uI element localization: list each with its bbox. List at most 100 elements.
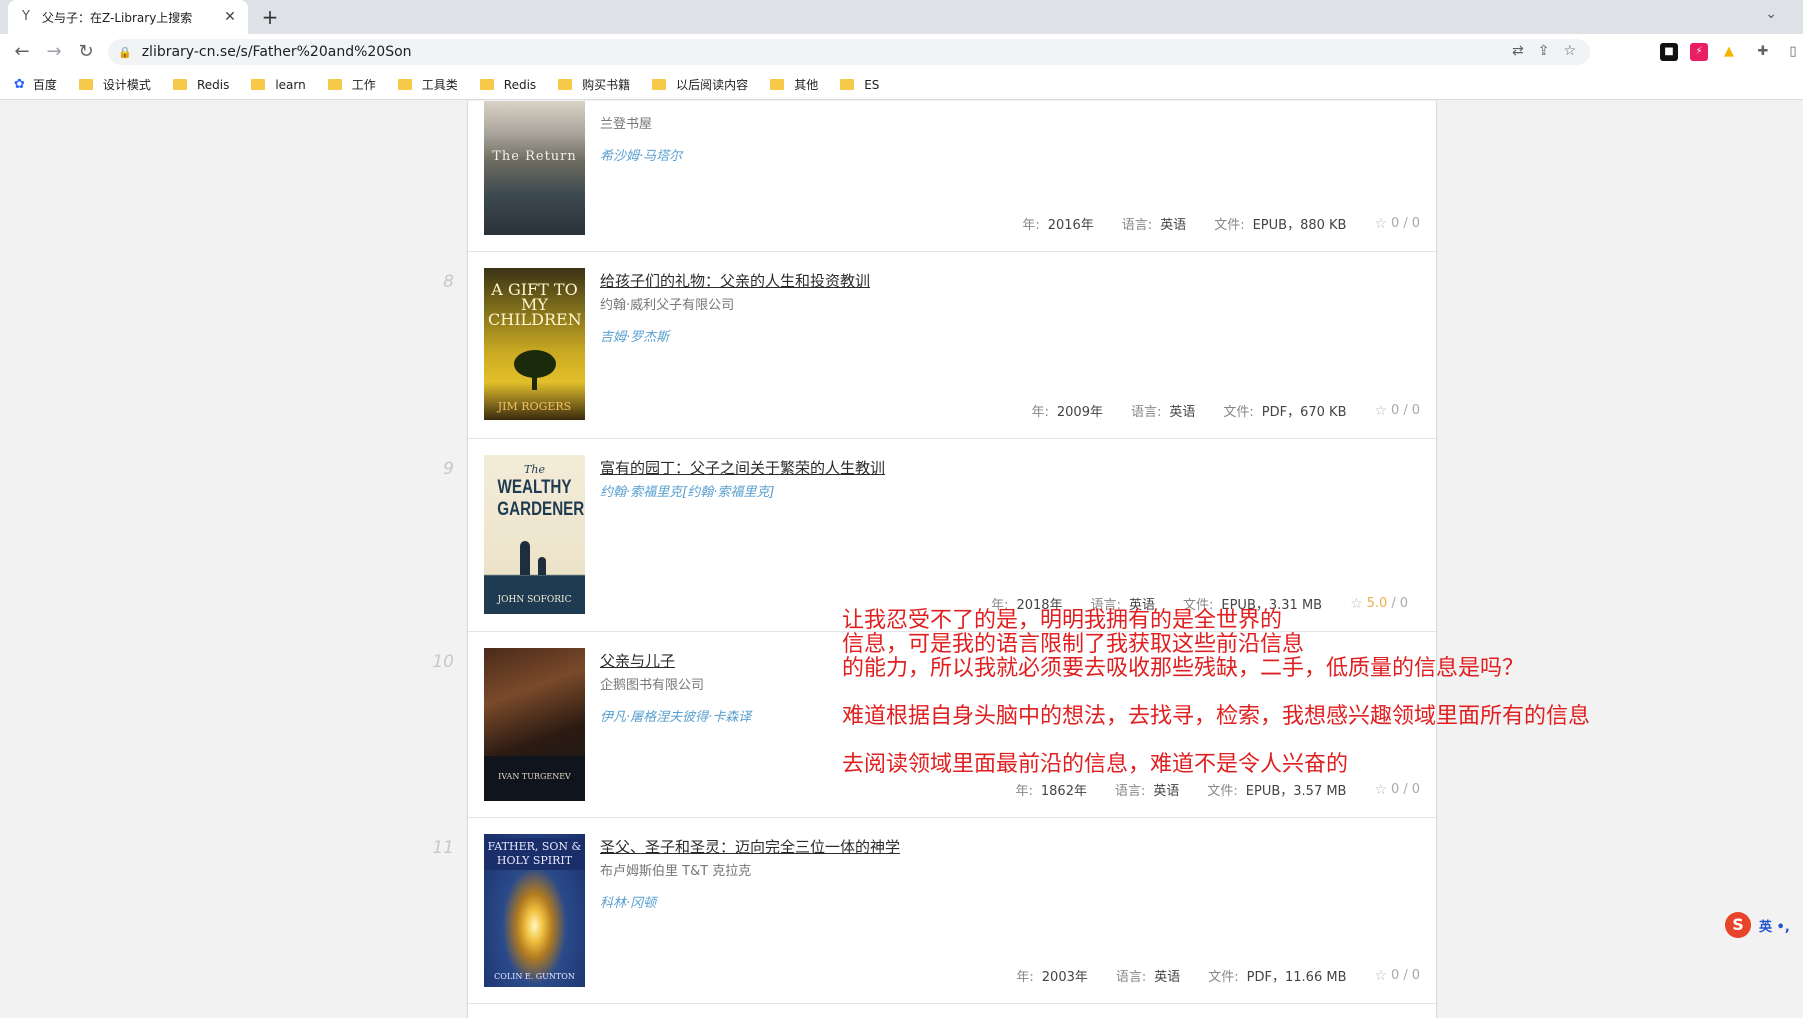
book-author[interactable]: 科林·冈顿: [600, 892, 656, 911]
extension-pink-icon[interactable]: ⚡: [1690, 43, 1708, 61]
bookmark-folder[interactable]: ES: [840, 78, 879, 92]
bookmark-folder[interactable]: learn: [251, 77, 306, 92]
forward-button[interactable]: →: [42, 40, 66, 64]
book-rating: 0: [1391, 403, 1400, 418]
bookmark-folder[interactable]: Redis: [479, 77, 537, 92]
book-rating: 0: [1391, 216, 1400, 231]
translate-icon[interactable]: ⇄: [1512, 43, 1524, 59]
search-results-page: The Return 兰登书屋 希沙姆·马塔尔 年: 2016年 语言: 英语 文件…: [0, 101, 1803, 1018]
bookmark-label: 工作: [351, 78, 376, 92]
file-label: 文件:: [1208, 970, 1239, 985]
extension-drive-icon[interactable]: ▲: [1720, 43, 1738, 61]
file-label: 文件:: [1214, 218, 1245, 233]
bookmark-star-icon[interactable]: ☆: [1563, 43, 1576, 59]
book-language: 英语: [1169, 405, 1196, 420]
book-title[interactable]: 父亲与儿子: [600, 650, 675, 671]
cover-title: WEALTHY GARDENER: [497, 477, 585, 520]
year-label: 年:: [1031, 405, 1049, 420]
book-title[interactable]: 圣父、圣子和圣灵：迈向完全三位一体的神学: [600, 836, 900, 857]
bookmark-folder[interactable]: 工作: [327, 76, 376, 93]
book-cover[interactable]: IVAN TURGENEV: [484, 648, 585, 801]
reload-button[interactable]: ↻: [74, 40, 98, 64]
book-cover[interactable]: FATHER, SON & HOLY SPIRIT COLIN E. GUNTO…: [484, 834, 585, 987]
book-language: 英语: [1154, 970, 1181, 985]
extensions-puzzle-icon[interactable]: ✚: [1754, 43, 1772, 61]
share-icon[interactable]: ⇪: [1538, 43, 1550, 59]
ime-widget[interactable]: S 英 •,: [1725, 912, 1790, 938]
baidu-paw-icon: ✿: [14, 77, 25, 92]
bookmark-baidu[interactable]: ✿ 百度: [14, 76, 57, 93]
book-cover[interactable]: The WEALTHY GARDENER JOHN SOFORIC: [484, 455, 585, 614]
star-icon[interactable]: ☆: [1374, 968, 1387, 984]
star-icon[interactable]: ☆: [1350, 596, 1363, 612]
son-figure-icon: [538, 557, 546, 575]
year-label: 年:: [1022, 218, 1040, 233]
book-language: 英语: [1153, 784, 1180, 799]
book-author[interactable]: 希沙姆·马塔尔: [600, 145, 682, 164]
book-title[interactable]: 给孩子们的礼物：父亲的人生和投资教训: [600, 270, 870, 291]
bookmark-label: 其他: [794, 78, 819, 92]
close-tab-icon[interactable]: ✕: [222, 9, 238, 25]
book-author[interactable]: 约翰·索福里克[约翰·索福里克]: [600, 481, 774, 500]
rating-separator: /: [1403, 968, 1408, 983]
bookmark-folder[interactable]: 设计模式: [78, 76, 151, 93]
book-publisher: 约翰·威利父子有限公司: [600, 298, 735, 313]
book-title[interactable]: 富有的园丁：父子之间关于繁荣的人生教训: [600, 457, 885, 478]
book-author[interactable]: 吉姆·罗杰斯: [600, 326, 669, 345]
bookmark-folder[interactable]: Redis: [172, 78, 229, 92]
bookmark-folder[interactable]: 其他: [770, 76, 818, 93]
annotation-line: 的能力，所以我就必须要去吸收那些残缺，二手，低质量的信息是吗？: [842, 656, 1525, 681]
bookmark-label: Redis: [503, 77, 537, 92]
book-cover[interactable]: The Return: [484, 101, 585, 235]
book-result: The Return 兰登书屋 希沙姆·马塔尔 年: 2016年 语言: 英语 文件…: [468, 101, 1436, 252]
extension-badge-icon[interactable]: ■: [1660, 43, 1678, 61]
bookmark-label: ES: [864, 77, 880, 92]
book-result: 8 A GIFT TO MY CHILDREN JIM ROGERS 给孩子们的…: [443, 252, 1436, 439]
book-author[interactable]: 伊凡·屠格涅夫彼得·卡森译: [600, 706, 751, 725]
rating-count: 0: [1411, 782, 1420, 797]
address-bar[interactable]: 🔒 zlibrary-cn.se/s/Father%20and%20Son ⇄ …: [108, 39, 1590, 65]
book-meta: 年: 2009年 语言: 英语 文件: PDF，670 KB ☆ 0/0: [1031, 401, 1420, 421]
tab-search-chevron-icon[interactable]: ⌄: [1765, 6, 1777, 22]
book-year: 1862年: [1040, 784, 1087, 799]
folder-icon: [770, 79, 785, 90]
annotation-line: 让我忍受不了的是，明明我拥有的是全世界的: [842, 608, 1283, 633]
bookmark-folder[interactable]: 以后阅读内容: [652, 76, 748, 93]
bookmark-folder[interactable]: 工具类: [397, 76, 458, 93]
side-panel-icon[interactable]: ▯: [1784, 43, 1802, 61]
annotation-line: 去阅读领域里面最前沿的信息，难道不是令人兴奋的: [842, 752, 1349, 777]
new-tab-button[interactable]: +: [258, 5, 282, 29]
father-figure-icon: [520, 541, 530, 575]
tab-active[interactable]: Y 父与子：在Z-Library上搜索 ✕: [8, 0, 248, 34]
bookmark-folder[interactable]: 购买书籍: [558, 76, 630, 93]
cover-author: IVAN TURGENEV: [498, 772, 571, 781]
result-number: 8: [443, 272, 454, 292]
browser-toolbar: ← → ↻ 🔒 zlibrary-cn.se/s/Father%20and%20…: [0, 34, 1803, 70]
star-icon[interactable]: ☆: [1374, 782, 1387, 798]
folder-icon: [251, 79, 266, 90]
rating-count: 0: [1411, 968, 1420, 983]
book-rating: 5.0: [1366, 596, 1388, 611]
book-result: 11 FATHER, SON & HOLY SPIRIT COLIN E. GU…: [432, 818, 1436, 1004]
bookmark-label: learn: [275, 77, 306, 92]
folder-icon: [652, 79, 667, 90]
star-icon[interactable]: ☆: [1374, 216, 1387, 232]
folder-icon: [558, 79, 573, 90]
lock-icon: 🔒: [118, 45, 132, 59]
bookmarks-bar: ✿ 百度 设计模式 Redis learn 工作 工具类 Redis 购买书籍 以…: [0, 70, 1803, 100]
language-label: 语言:: [1130, 405, 1162, 420]
back-button[interactable]: ←: [10, 40, 34, 64]
book-meta: 年: 2016年 语言: 英语 文件: EPUB，880 KB ☆ 0/0: [1022, 214, 1420, 234]
rating-separator: /: [1403, 403, 1408, 418]
rating-count: 0: [1399, 596, 1408, 611]
language-label: 语言:: [1121, 218, 1153, 233]
folder-icon: [327, 79, 342, 90]
rating-separator: /: [1403, 216, 1408, 231]
cover-author: JOHN SOFORIC: [497, 595, 572, 605]
year-label: 年:: [1015, 784, 1033, 799]
url-text: zlibrary-cn.se/s/Father%20and%20Son: [141, 44, 412, 60]
star-icon[interactable]: ☆: [1374, 403, 1387, 419]
rating-count: 0: [1411, 216, 1420, 231]
result-number: 10: [432, 652, 454, 672]
book-cover[interactable]: A GIFT TO MY CHILDREN JIM ROGERS: [484, 268, 585, 420]
